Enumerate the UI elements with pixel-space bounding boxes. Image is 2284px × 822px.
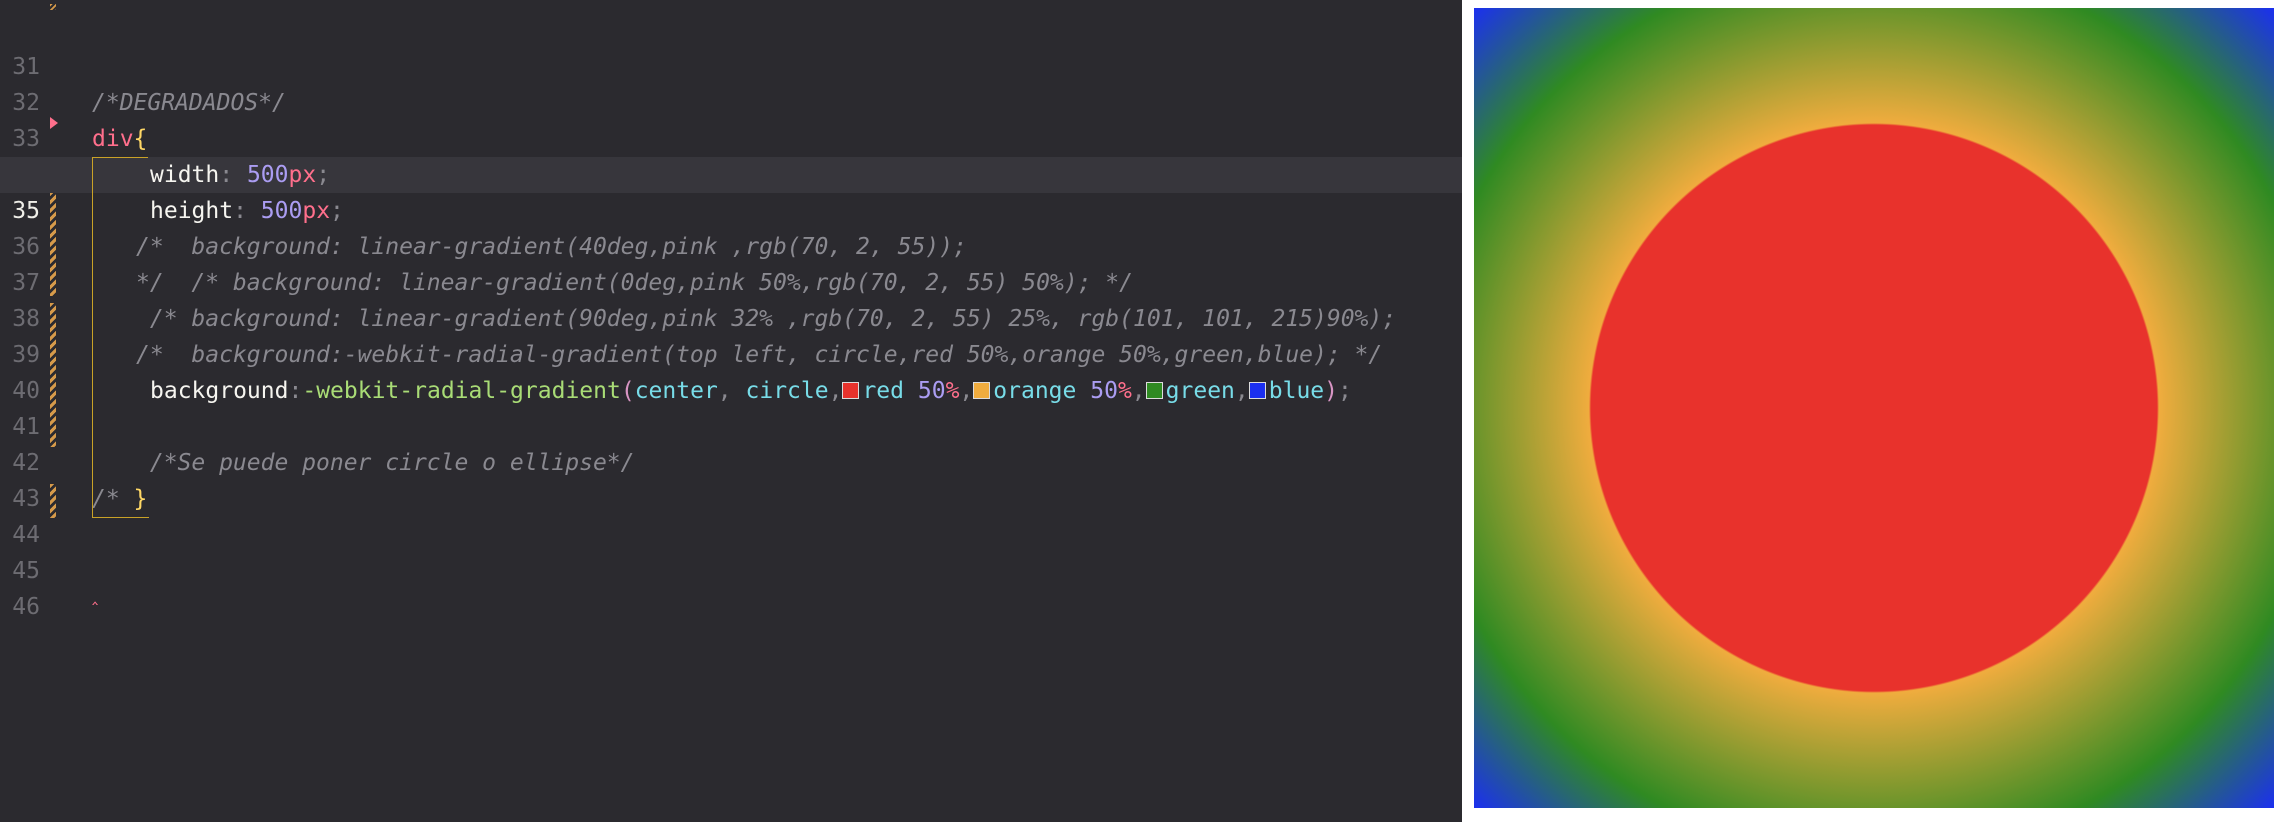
color-swatch-red-icon[interactable]: [842, 382, 860, 399]
color-swatch-green-icon[interactable]: [1145, 382, 1163, 399]
code-line[interactable]: 36 height: 500px;: [0, 193, 1462, 260]
open-brace: {: [133, 126, 148, 152]
code-line[interactable]: 46: [0, 553, 1462, 620]
code-line[interactable]: 39 /* background: linear-gradient(90deg,…: [0, 301, 1462, 368]
preview-pane: [1462, 0, 2284, 822]
bracket-scope-guide-bottom: [92, 517, 149, 518]
color-stop: 50: [1090, 378, 1118, 404]
arg-position: center: [634, 378, 718, 404]
color-swatch-orange-icon[interactable]: [973, 382, 991, 399]
property-name: height: [150, 198, 234, 224]
comment: /*Se puede poner circle o ellipse*/: [136, 450, 635, 476]
code-line[interactable]: 33 /*DEGRADADOS*/: [0, 85, 1462, 152]
radial-gradient-preview: [1474, 8, 2274, 808]
unit: px: [302, 198, 331, 224]
code-editor[interactable]: 31 32 33 /*DEGRADADOS*/ 34 div{ 35 width…: [0, 0, 1462, 822]
comment: */ /* background: linear-gradient(0deg,p…: [136, 270, 1133, 296]
property-name: width: [150, 162, 220, 188]
error-squiggle-icon: ‸: [92, 585, 99, 606]
code-line[interactable]: 32: [0, 49, 1462, 116]
unit: px: [288, 162, 317, 188]
property-value: 500: [260, 198, 303, 224]
code-line[interactable]: 31: [0, 13, 1462, 80]
code-line[interactable]: 34 div{: [0, 121, 1462, 188]
code-line[interactable]: 42: [0, 409, 1462, 476]
function-name: -webkit-radial-gradient: [302, 378, 621, 404]
color-name: red: [862, 378, 904, 404]
color-swatch-blue-icon[interactable]: [1248, 382, 1266, 399]
color-name: orange: [993, 378, 1077, 404]
bracket-scope-guide: [92, 157, 148, 518]
color-name: blue: [1268, 378, 1325, 404]
property-name: background: [150, 378, 289, 404]
code-line-active[interactable]: 35 width: 500px;: [0, 157, 1462, 224]
property-value: 500: [246, 162, 289, 188]
selector: div: [92, 126, 134, 152]
code-line[interactable]: 38 */ /* background: linear-gradient(0de…: [0, 265, 1462, 332]
comment: /*DEGRADADOS*/: [92, 90, 286, 116]
comment: /* background: linear-gradient(90deg,pin…: [136, 306, 1397, 332]
color-name: green: [1165, 378, 1235, 404]
code-line[interactable]: 44 /* }: [0, 481, 1462, 548]
line-number: 46: [12, 594, 40, 620]
code-line[interactable]: 41 background:-webkit-radial-gradient(ce…: [0, 373, 1462, 440]
workspace: 31 32 33 /*DEGRADADOS*/ 34 div{ 35 width…: [0, 0, 2284, 822]
code-line[interactable]: 43 /*Se puede poner circle o ellipse*/: [0, 445, 1462, 512]
modified-marker-icon: [50, 4, 56, 10]
comment: /* background:-webkit-radial-gradient(to…: [136, 342, 1383, 368]
color-stop: 50: [917, 378, 946, 404]
code-line[interactable]: 37 /* background: linear-gradient(40deg,…: [0, 229, 1462, 296]
code-line[interactable]: 45: [0, 517, 1462, 584]
arg-shape: circle: [745, 378, 829, 404]
comment: /* background: linear-gradient(40deg,pin…: [136, 234, 967, 260]
code-line[interactable]: 40 /* background:-webkit-radial-gradient…: [0, 337, 1462, 404]
